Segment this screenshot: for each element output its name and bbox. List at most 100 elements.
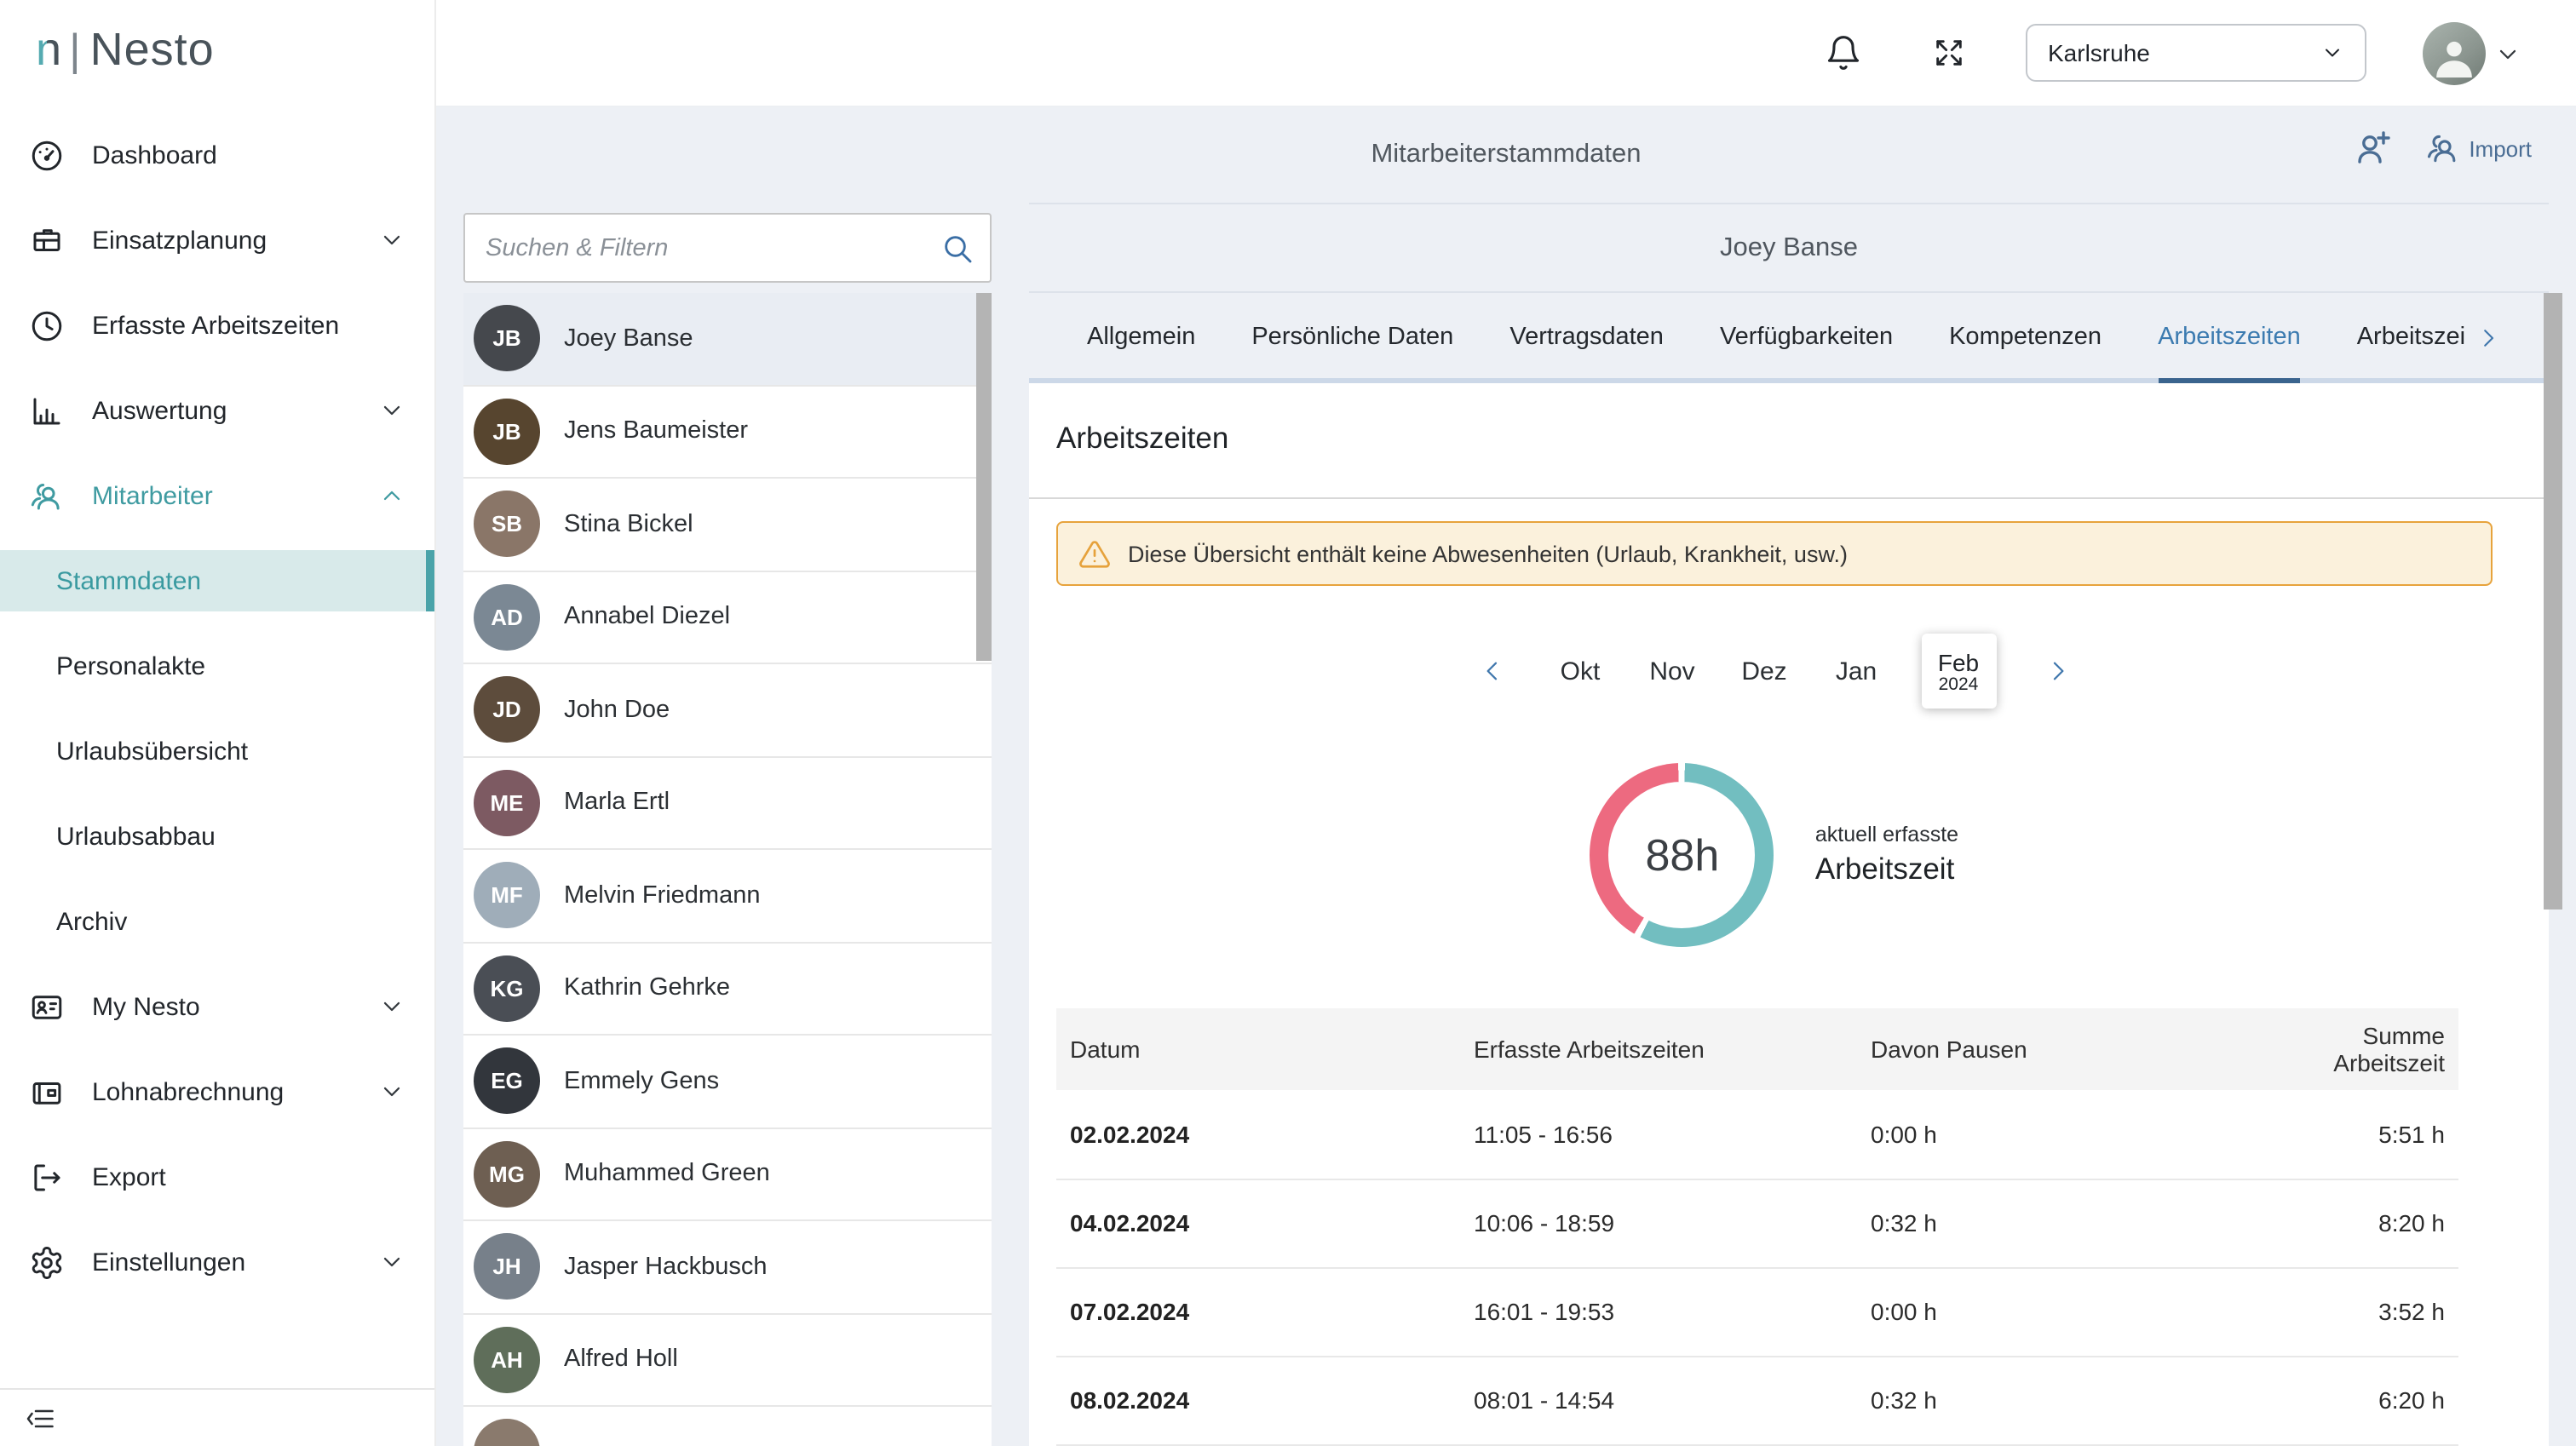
previous-month-chevron-icon[interactable] xyxy=(1468,657,1515,685)
sidebar-subitem-stammdaten[interactable]: Stammdaten xyxy=(0,550,434,611)
avatar: KG xyxy=(474,955,540,1022)
add-employee-icon[interactable] xyxy=(2353,128,2394,169)
employee-list-item[interactable]: JBJens Baumeister xyxy=(463,386,992,479)
tab-arbeitszei[interactable]: Arbeitszei xyxy=(2357,324,2501,383)
sidebar-subitem-label: Archiv xyxy=(56,907,127,936)
warning-text: Diese Übersicht enthält keine Abwesenhei… xyxy=(1128,541,1848,566)
tab-vertragsdaten[interactable]: Vertragsdaten xyxy=(1509,324,1664,383)
fullscreen-expand-icon[interactable] xyxy=(1932,36,1966,70)
employee-list-item[interactable]: ADAnnabel Diezel xyxy=(463,571,992,664)
employee-name: Melvin Friedmann xyxy=(564,882,761,909)
table-cell: 3:52 h xyxy=(2249,1267,2458,1356)
warning-banner: Diese Übersicht enthält keine Abwesenhei… xyxy=(1056,521,2493,586)
table-header-cell: Davon Pausen xyxy=(1857,1008,2249,1090)
next-month-chevron-icon[interactable] xyxy=(2033,657,2081,685)
current-month-button[interactable]: Feb 2024 xyxy=(1921,634,1996,709)
tab-arbeitszeiten[interactable]: Arbeitszeiten xyxy=(2158,324,2301,383)
sidebar-item-my-nesto[interactable]: My Nesto xyxy=(0,964,434,1049)
sidebar-item-lohnabrechnung[interactable]: Lohnabrechnung xyxy=(0,1049,434,1134)
table-cell: 8:20 h xyxy=(2249,1179,2458,1267)
month-dez[interactable]: Dez xyxy=(1737,657,1791,686)
search-icon[interactable] xyxy=(940,232,975,266)
sidebar-subitem-urlaubs-bersicht[interactable]: Urlaubsübersicht xyxy=(0,709,434,794)
tab-label: Persönliche Daten xyxy=(1251,324,1453,351)
sidebar-collapse-icon[interactable] xyxy=(26,1403,56,1434)
employee-list-item[interactable]: JBJoey Banse xyxy=(463,293,992,386)
tabs-overflow-chevron-icon[interactable] xyxy=(2475,324,2501,350)
avatar: JD xyxy=(474,677,540,743)
donut-caption-small: aktuell erfasste xyxy=(1815,823,1958,846)
user-avatar[interactable] xyxy=(2423,22,2486,85)
sidebar-item-label: Auswertung xyxy=(92,396,378,425)
sidebar-subitem-urlaubsabbau[interactable]: Urlaubsabbau xyxy=(0,794,434,879)
sidebar-subitem-archiv[interactable]: Archiv xyxy=(0,879,434,964)
sidebar-item-auswertung[interactable]: Auswertung xyxy=(0,368,434,453)
page-header: Mitarbeiterstammdaten Import xyxy=(436,107,2576,203)
avatar: MG xyxy=(474,1141,540,1208)
location-select[interactable]: Karlsruhe xyxy=(2026,24,2366,82)
employee-list-item[interactable]: MF Melvin Friedmann xyxy=(463,850,992,943)
sidebar-item-einsatzplanung[interactable]: Einsatzplanung xyxy=(0,198,434,283)
notifications-bell-icon[interactable] xyxy=(1825,34,1862,72)
cell-date: 04.02.2024 xyxy=(1056,1179,1460,1267)
detail-employee-name: Joey Banse xyxy=(1029,203,2549,293)
tab-label: Arbeitszei xyxy=(2357,324,2465,351)
table-cell: 0:00 h xyxy=(1857,1090,2249,1179)
avatar: ME xyxy=(474,770,540,836)
import-button[interactable]: Import xyxy=(2424,129,2532,167)
logo: nn|Nesto xyxy=(36,24,215,77)
search-input[interactable] xyxy=(465,215,990,281)
user-menu-chevron-icon[interactable] xyxy=(2494,41,2521,68)
tab-allgemein[interactable]: Allgemein xyxy=(1087,324,1195,383)
tab-kompetenzen[interactable]: Kompetenzen xyxy=(1949,324,2102,383)
sidebar-item-einstellungen[interactable]: Einstellungen xyxy=(0,1219,434,1305)
sidebar-item-label: Export xyxy=(92,1162,405,1191)
avatar: MF xyxy=(474,863,540,929)
sidebar-nav: DashboardEinsatzplanungErfasste Arbeitsz… xyxy=(0,112,434,1305)
app-window: nn|Nesto DashboardEinsatzplanungErfasste… xyxy=(0,0,2576,1446)
employee-detail-panel: Joey Banse Allgemein Persönliche Daten Ver… xyxy=(1029,203,2549,1446)
employee-name: Jens Baumeister xyxy=(564,418,748,445)
table-cell: 0:00 h xyxy=(1857,1267,2249,1356)
employee-list-item[interactable]: AHAlfred Holl xyxy=(463,1314,992,1407)
employee-list-item[interactable]: EGEmmely Gens xyxy=(463,1036,992,1128)
avatar xyxy=(474,1420,540,1446)
detail-panel-scrollbar-thumb[interactable] xyxy=(2544,293,2562,909)
month-okt[interactable]: Okt xyxy=(1553,657,1607,686)
employee-name: John Doe xyxy=(564,697,670,724)
month-list: Okt Nov Dez Jan xyxy=(1553,657,1883,686)
employee-list-item[interactable]: MGMuhammed Green xyxy=(463,1128,992,1221)
sidebar-item-export[interactable]: Export xyxy=(0,1134,434,1219)
sidebar-subitem-label: Stammdaten xyxy=(56,566,201,595)
topbar: Karlsruhe xyxy=(436,0,2576,107)
chevron-down-icon xyxy=(378,397,405,424)
employee-search xyxy=(463,213,992,283)
sidebar-item-dashboard[interactable]: Dashboard xyxy=(0,112,434,198)
table-cell: 5:51 h xyxy=(2249,1090,2458,1179)
employee-list-item[interactable]: SBStina Bickel xyxy=(463,479,992,571)
clock-icon xyxy=(29,307,65,343)
employee-list-item[interactable]: KGKathrin Gehrke xyxy=(463,943,992,1036)
avatar: AD xyxy=(474,584,540,651)
cell-date: 08.02.2024 xyxy=(1056,1356,1460,1444)
employee-list-item[interactable]: MEMarla Ertl xyxy=(463,757,992,850)
page-title: Mitarbeiterstammdaten xyxy=(436,140,2576,170)
sidebar-item-mitarbeiter[interactable]: Mitarbeiter xyxy=(0,453,434,538)
tab-pers-nliche-daten[interactable]: Persönliche Daten xyxy=(1251,324,1453,383)
employee-list: JBJoey BanseJBJens BaumeisterSBStina Bic… xyxy=(463,293,992,1446)
sidebar-item-erfasste-arbeitszeiten[interactable]: Erfasste Arbeitszeiten xyxy=(0,283,434,368)
employee-list-item[interactable] xyxy=(463,1407,992,1446)
chevron-up-icon xyxy=(378,482,405,509)
sidebar-subitem-personalakte[interactable]: Personalakte xyxy=(0,623,434,709)
month-jan[interactable]: Jan xyxy=(1829,657,1883,686)
employee-list-scrollbar-thumb[interactable] xyxy=(976,293,992,661)
tab-verf-gbarkeiten[interactable]: Verfügbarkeiten xyxy=(1720,324,1893,383)
planning-grid-icon xyxy=(29,222,65,258)
avatar: JB xyxy=(474,306,540,372)
month-nov[interactable]: Nov xyxy=(1645,657,1699,686)
detail-tabs: Allgemein Persönliche Daten Vertragsdaten V… xyxy=(1029,293,2549,383)
employee-list-item[interactable]: JD John Doe xyxy=(463,664,992,757)
employee-list-item[interactable]: JHJasper Hackbusch xyxy=(463,1221,992,1314)
employee-name: Emmely Gens xyxy=(564,1068,719,1095)
chevron-down-icon xyxy=(378,1248,405,1276)
